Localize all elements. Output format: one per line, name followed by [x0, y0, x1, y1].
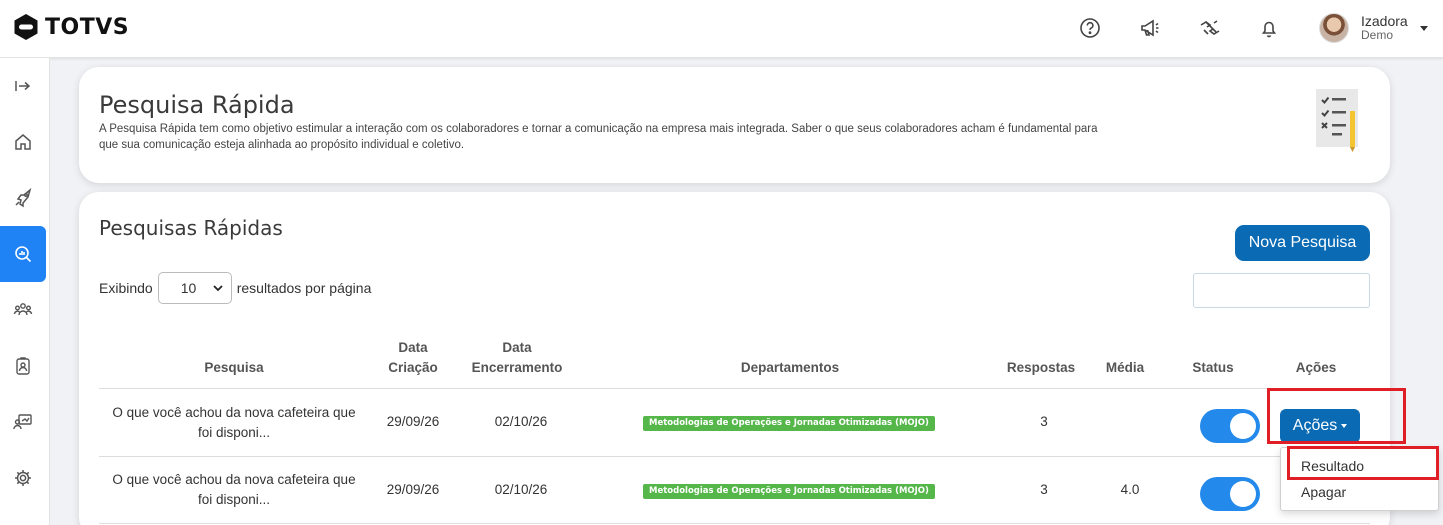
header-respostas[interactable]: Respostas [996, 358, 1086, 378]
responses-count: 3 [1040, 414, 1048, 429]
responses-count: 3 [1040, 482, 1048, 497]
page-description: A Pesquisa Rápida tem como objetivo esti… [99, 123, 1098, 151]
department-badge: Metodologias de Operações e Jornadas Oti… [643, 484, 935, 499]
bell-icon[interactable] [1258, 17, 1280, 39]
page-length-value: 10 [180, 280, 197, 296]
header-data-encerramento-line2[interactable]: Encerramento [461, 358, 573, 378]
home-icon [15, 134, 31, 150]
highlight-box-actions [1267, 388, 1406, 444]
user-name: Izadora [1361, 13, 1408, 29]
gear-icon [15, 470, 31, 486]
row-divider [99, 523, 1370, 524]
creation-date: 29/09/26 [386, 482, 440, 497]
sidebar-item-badge[interactable] [0, 338, 46, 394]
totvs-logo[interactable]: TOTVS [12, 13, 129, 41]
top-bar: TOTVS Izadora Demo [0, 0, 1443, 58]
section-title: Pesquisas Rápidas [99, 216, 283, 240]
status-toggle[interactable] [1200, 409, 1260, 443]
status-toggle[interactable] [1200, 477, 1260, 511]
sidebar-item-expand[interactable] [0, 58, 46, 114]
highlight-box-resultado [1287, 446, 1439, 480]
totvs-logo-mark-icon [14, 14, 38, 40]
brand-name: TOTVS [45, 14, 130, 40]
megaphone-icon[interactable] [1139, 17, 1161, 39]
survey-checklist-icon [1316, 89, 1358, 152]
team-icon [13, 303, 33, 316]
row-divider [99, 456, 1370, 457]
survey-list-card: Pesquisas Rápidas Nova Pesquisa Exibindo… [79, 192, 1390, 525]
menu-item-apagar[interactable]: Apagar [1281, 479, 1440, 505]
page-title: Pesquisa Rápida [99, 91, 295, 119]
header-acoes: Ações [1295, 360, 1337, 375]
average-score: 4.0 [1120, 482, 1140, 497]
rocket-icon [15, 188, 32, 208]
intro-card: Pesquisa Rápida A Pesquisa Rápida tem co… [79, 67, 1390, 183]
sidebar-item-home[interactable] [0, 114, 46, 170]
user-menu[interactable]: Izadora Demo [1319, 13, 1428, 43]
sidebar-item-team[interactable] [0, 282, 46, 338]
user-role: Demo [1361, 28, 1394, 42]
avatar [1319, 13, 1349, 43]
badge-icon [16, 357, 30, 375]
survey-search-icon [15, 246, 32, 263]
survey-title[interactable]: O que você achou da nova cafeteira que f… [99, 403, 369, 443]
chevron-down-icon [1419, 25, 1428, 31]
sidebar-item-presentation[interactable] [0, 394, 46, 450]
help-icon[interactable] [1079, 17, 1101, 39]
expand-icon [15, 81, 31, 91]
handshake-icon[interactable] [1199, 17, 1221, 39]
sidebar-item-settings[interactable] [0, 450, 46, 506]
sidebar-item-rocket[interactable] [0, 170, 46, 226]
header-departamentos[interactable]: Departamentos [690, 358, 890, 378]
search-input[interactable] [1193, 273, 1370, 308]
header-media[interactable]: Média [1095, 358, 1155, 378]
new-survey-button[interactable]: Nova Pesquisa [1235, 225, 1370, 261]
end-date: 02/10/26 [494, 414, 548, 429]
header-data-criacao-line2[interactable]: Criação [373, 358, 453, 378]
header-data-encerramento-line1[interactable]: Data [461, 338, 573, 358]
length-suffix: resultados por página [236, 280, 372, 296]
page-length-select[interactable]: 10 [157, 272, 232, 304]
survey-title[interactable]: O que você achou da nova cafeteira que f… [99, 470, 369, 510]
page-length-control: Exibindo 10 resultados por página [99, 272, 371, 304]
presentation-icon [13, 414, 32, 430]
sidebar [0, 58, 50, 525]
creation-date: 29/09/26 [386, 414, 440, 429]
end-date: 02/10/26 [494, 482, 548, 497]
header-status[interactable]: Status [1178, 358, 1248, 378]
chevron-down-icon [213, 284, 223, 291]
department-badge: Metodologias de Operações e Jornadas Oti… [643, 416, 935, 431]
header-pesquisa[interactable]: Pesquisa [174, 358, 294, 378]
length-prefix: Exibindo [99, 280, 153, 296]
header-divider [99, 388, 1370, 389]
sidebar-item-surveys[interactable] [0, 226, 46, 282]
header-data-criacao-line1[interactable]: Data [373, 338, 453, 358]
